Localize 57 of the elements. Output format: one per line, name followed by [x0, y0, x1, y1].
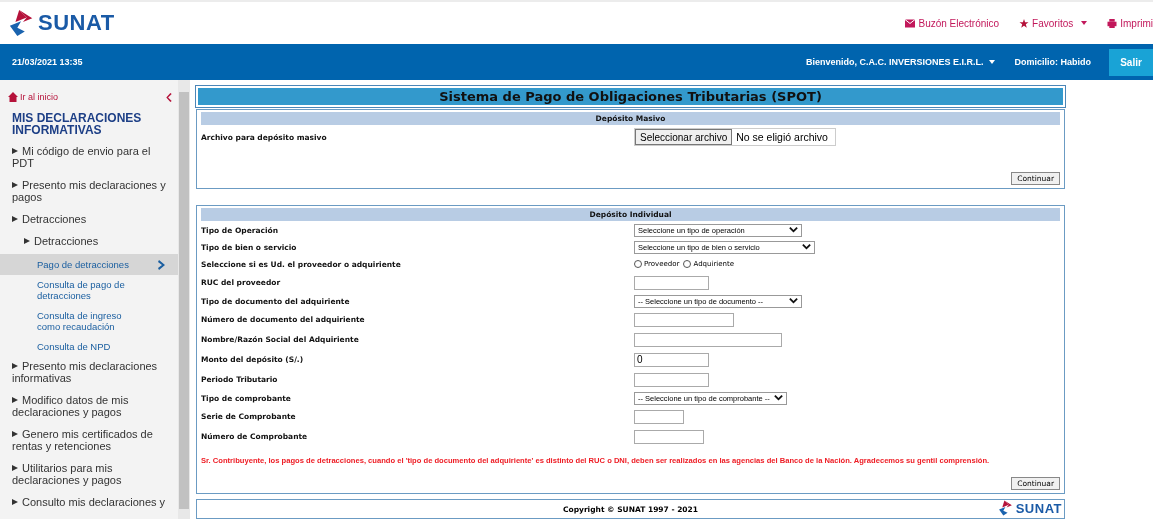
star-icon — [1019, 18, 1030, 28]
sidebar-item[interactable]: Utilitarios para mis declaraciones y pagos — [0, 459, 178, 493]
input-field[interactable] — [634, 372, 709, 387]
sidebar-item[interactable]: Modifico datos de mis declaraciones y pagos — [0, 391, 178, 425]
sidebar-item[interactable]: Presento mis declaraciones informativas — [0, 357, 178, 391]
input-field[interactable] — [634, 275, 709, 290]
triangle-icon — [12, 499, 18, 505]
input-field[interactable] — [634, 429, 704, 444]
sidebar-heading: MIS DECLARACIONES INFORMATIVAS — [11, 110, 143, 139]
header-link[interactable]: Imprimi — [1107, 17, 1153, 29]
chevron-down-icon — [789, 227, 798, 234]
collapse-icon[interactable] — [166, 92, 172, 102]
input-field[interactable] — [634, 409, 684, 424]
triangle-icon — [12, 148, 18, 154]
caret-icon — [1081, 21, 1088, 25]
triangle-icon — [12, 216, 18, 222]
triangle-icon — [12, 431, 18, 437]
logo-text: SUNAT — [1015, 500, 1062, 516]
caret-icon — [988, 60, 995, 64]
user-menu[interactable]: Bienvenido, C.A.C. INVERSIONES E.I.R.L. — [805, 57, 995, 67]
header-link[interactable]: Favoritos — [1019, 17, 1088, 29]
envelope-icon — [905, 18, 916, 28]
sidebar-item[interactable]: Consulto mis declaraciones y — [0, 493, 178, 515]
sidebar-link[interactable]: Consulta de NPD — [0, 337, 178, 357]
chevron-icon — [158, 259, 166, 270]
file-status: No se eligió archivo — [736, 131, 828, 143]
chevron-down-icon — [802, 244, 811, 251]
house-icon — [8, 92, 18, 102]
logo-text: SUNAT — [38, 10, 115, 36]
sidebar-item[interactable]: Presento mis declaraciones y pagos — [0, 176, 178, 210]
logo-icon — [997, 500, 1014, 516]
header-link[interactable]: Buzón Electrónico — [905, 17, 1000, 29]
triangle-icon — [12, 465, 18, 471]
triangle-icon — [12, 182, 18, 188]
chevron-down-icon — [789, 298, 798, 305]
page-title: Sistema de Pago de Obligaciones Tributarias (SPOT) — [196, 86, 1065, 107]
triangle-icon — [24, 238, 30, 244]
sidebar-item[interactable]: Detracciones — [0, 210, 178, 232]
triangle-icon — [12, 363, 18, 369]
domicilio-text: Domicilio: Habido — [1014, 57, 1091, 67]
sidebar-link[interactable]: Consulta de pago de detracciones — [0, 275, 178, 306]
datetime-text: 21/03/2021 13:35 — [12, 57, 84, 67]
input-field[interactable] — [634, 312, 734, 327]
input-field[interactable]: 0 — [634, 352, 709, 367]
choose-file-button[interactable]: Seleccionar archivo — [635, 129, 733, 145]
sidebar-link[interactable]: Pago de detracciones — [0, 254, 178, 275]
triangle-icon — [12, 397, 18, 403]
sidebar-item[interactable]: Mi código de envio para el PDT — [0, 142, 178, 176]
file-input[interactable]: Seleccionar archivo No se eligió archivo — [634, 128, 836, 146]
input-field[interactable] — [634, 332, 782, 347]
printer-icon — [1107, 18, 1118, 28]
scrollbar[interactable] — [178, 80, 190, 519]
chevron-down-icon — [774, 395, 783, 402]
home-link[interactable]: Ir al inicio — [8, 92, 58, 102]
sidebar-item[interactable]: Detracciones — [0, 232, 178, 254]
sidebar-item[interactable]: Genero mis certificados de rentas y retenciones — [0, 425, 178, 459]
sidebar-link[interactable]: Consulta de ingreso como recaudación — [0, 306, 178, 337]
